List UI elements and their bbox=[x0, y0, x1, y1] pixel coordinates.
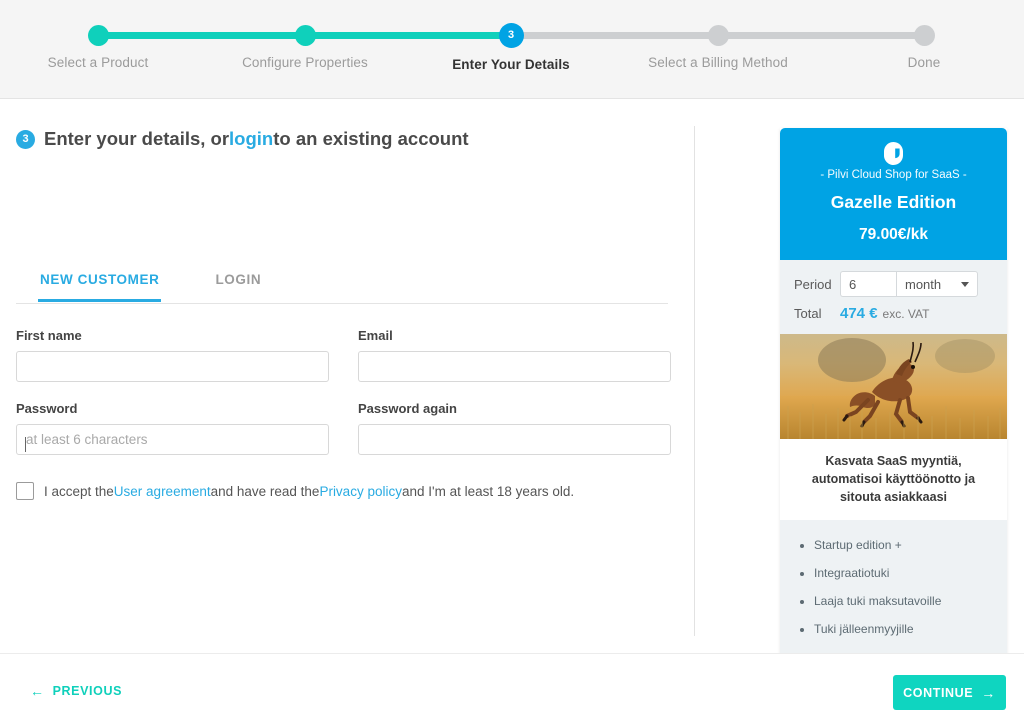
customer-tabs: NEW CUSTOMER LOGIN bbox=[16, 268, 668, 304]
email-field: Email bbox=[358, 328, 671, 382]
password-input[interactable] bbox=[16, 424, 329, 455]
wizard-footer: ← PREVIOUS CONTINUE → bbox=[0, 653, 1024, 713]
stepper-dot-4 bbox=[707, 25, 729, 46]
period-label: Period bbox=[794, 276, 832, 292]
email-label: Email bbox=[358, 328, 393, 343]
stepper-label-2: Configure Properties bbox=[242, 55, 368, 70]
tab-new-customer[interactable]: NEW CUSTOMER bbox=[38, 268, 162, 302]
password-again-field: Password again bbox=[358, 401, 671, 455]
main-content: 3 Enter your details, or login to an exi… bbox=[0, 100, 1024, 661]
stepper-dot-2 bbox=[294, 25, 316, 46]
vat-note: exc. VAT bbox=[882, 306, 930, 321]
stepper-step-4[interactable]: Select a Billing Method bbox=[618, 0, 818, 70]
stepper-step-2[interactable]: Configure Properties bbox=[205, 0, 405, 70]
step-number-badge: 3 bbox=[16, 129, 35, 149]
password-field: Password bbox=[16, 401, 329, 455]
product-description: Kasvata SaaS myyntiä, automatisoi käyttö… bbox=[780, 439, 1007, 521]
first-name-input[interactable] bbox=[16, 351, 329, 382]
password-again-label: Password again bbox=[358, 401, 457, 416]
period-quantity-input[interactable] bbox=[840, 271, 896, 297]
page-title-text-after: to an existing account bbox=[273, 128, 469, 149]
stepper-label-5: Done bbox=[907, 55, 941, 70]
text-cursor bbox=[25, 437, 26, 452]
stepper-label-3: Enter Your Details bbox=[452, 57, 570, 72]
total-amount: 474 € bbox=[840, 305, 878, 322]
product-image bbox=[780, 334, 1007, 439]
consent-row: I accept the User agreement and have rea… bbox=[16, 482, 574, 500]
previous-button-label: PREVIOUS bbox=[52, 684, 123, 698]
feature-item: Tuki jälleenmyyjille bbox=[814, 622, 991, 636]
consent-text-2: and have read the bbox=[210, 483, 320, 499]
arrow-left-icon: ← bbox=[30, 683, 45, 699]
consent-text-1: I accept the bbox=[44, 483, 114, 499]
stepper-step-5[interactable]: Done bbox=[824, 0, 1024, 70]
login-link[interactable]: login bbox=[229, 128, 273, 150]
page-title-text-before: Enter your details, or bbox=[44, 128, 230, 149]
product-price: 79.00€/kk bbox=[859, 226, 928, 243]
feature-item: Laaja tuki maksutavoille bbox=[814, 594, 991, 608]
first-name-field: First name bbox=[16, 328, 329, 382]
user-agreement-link[interactable]: User agreement bbox=[114, 484, 211, 499]
arrow-right-icon: → bbox=[981, 684, 996, 701]
stepper-step-3[interactable]: 3 Enter Your Details bbox=[411, 0, 611, 72]
consent-text-3: and I'm at least 18 years old. bbox=[401, 483, 575, 499]
feature-item: Integraatiotuki bbox=[814, 566, 991, 580]
vertical-divider bbox=[694, 126, 695, 636]
product-title: Gazelle Edition bbox=[830, 192, 957, 212]
period-unit-select[interactable]: month bbox=[896, 271, 978, 297]
stepper-label-4: Select a Billing Method bbox=[648, 55, 788, 70]
password-label: Password bbox=[16, 401, 78, 416]
accept-terms-checkbox[interactable] bbox=[16, 482, 34, 500]
chevron-down-icon bbox=[961, 281, 969, 287]
total-label: Total bbox=[794, 306, 822, 321]
stepper-dot-5 bbox=[913, 25, 935, 46]
first-name-label: First name bbox=[16, 328, 82, 343]
pilvi-logo-icon bbox=[884, 142, 903, 165]
product-summary-card: - Pilvi Cloud Shop for SaaS - Gazelle Ed… bbox=[780, 128, 1007, 661]
period-unit-value: month bbox=[905, 276, 942, 292]
brand-tagline: - Pilvi Cloud Shop for SaaS - bbox=[820, 169, 967, 181]
privacy-policy-link[interactable]: Privacy policy bbox=[319, 484, 402, 499]
product-card-header: - Pilvi Cloud Shop for SaaS - Gazelle Ed… bbox=[780, 128, 1007, 260]
continue-button-label: CONTINUE bbox=[903, 685, 974, 700]
page-title: 3 Enter your details, or login to an exi… bbox=[16, 128, 469, 150]
total-row: Total 474 € exc. VAT bbox=[794, 305, 993, 322]
product-meta: Period month Total 474 € exc. VAT bbox=[780, 260, 1007, 334]
checkout-page: Select a Product Configure Properties 3 Ent… bbox=[0, 0, 1024, 713]
period-row: Period month bbox=[794, 271, 993, 297]
continue-button[interactable]: CONTINUE → bbox=[893, 675, 1006, 710]
stepper-label-1: Select a Product bbox=[47, 55, 149, 70]
tab-login[interactable]: LOGIN bbox=[213, 268, 263, 299]
password-again-input[interactable] bbox=[358, 424, 671, 455]
previous-button[interactable]: ← PREVIOUS bbox=[30, 683, 122, 699]
feature-item: Startup edition + bbox=[814, 538, 991, 552]
progress-stepper: Select a Product Configure Properties 3 Ent… bbox=[0, 0, 1024, 99]
stepper-dot-3: 3 bbox=[498, 23, 524, 48]
stepper-dot-1 bbox=[87, 25, 109, 46]
product-feature-list: Startup edition + Integraatiotuki Laaja tu… bbox=[780, 520, 1007, 659]
stepper-step-1[interactable]: Select a Product bbox=[0, 0, 198, 70]
email-input[interactable] bbox=[358, 351, 671, 382]
